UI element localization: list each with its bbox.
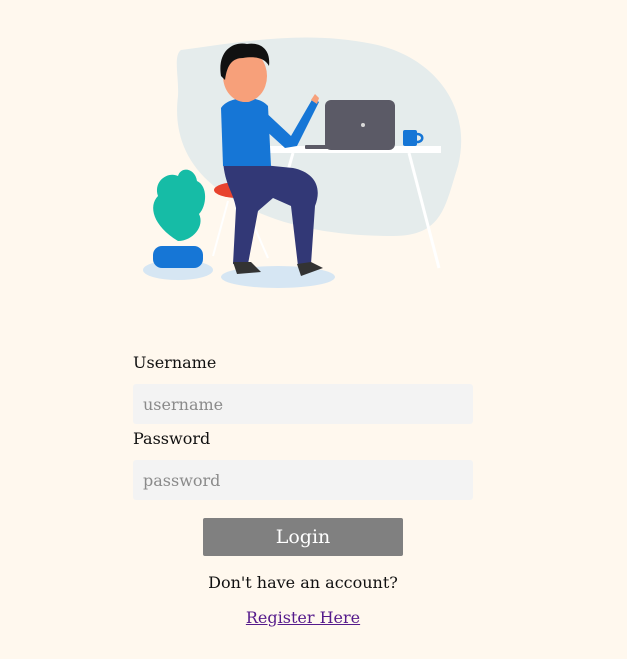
person-torso — [221, 97, 271, 166]
laptop-screen — [325, 100, 395, 150]
shoe-left — [233, 262, 261, 274]
laptop-camera — [361, 123, 365, 127]
username-label: Username — [133, 353, 217, 372]
plant-leaves — [153, 169, 206, 241]
plant-pot — [153, 246, 203, 268]
laptop-base — [305, 145, 365, 149]
no-account-text: Don't have an account? — [208, 573, 398, 592]
username-input[interactable] — [133, 384, 473, 424]
login-page: Username Password Login Don't have an ac… — [0, 0, 627, 659]
register-link[interactable]: Register Here — [133, 608, 473, 627]
login-form: Username Password Login Don't have an ac… — [133, 352, 473, 627]
mug — [403, 130, 417, 146]
background-blob — [176, 37, 462, 236]
password-input[interactable] — [133, 460, 473, 500]
password-label: Password — [133, 429, 211, 448]
login-button[interactable]: Login — [203, 518, 403, 556]
person-at-laptop-illustration — [143, 37, 462, 288]
